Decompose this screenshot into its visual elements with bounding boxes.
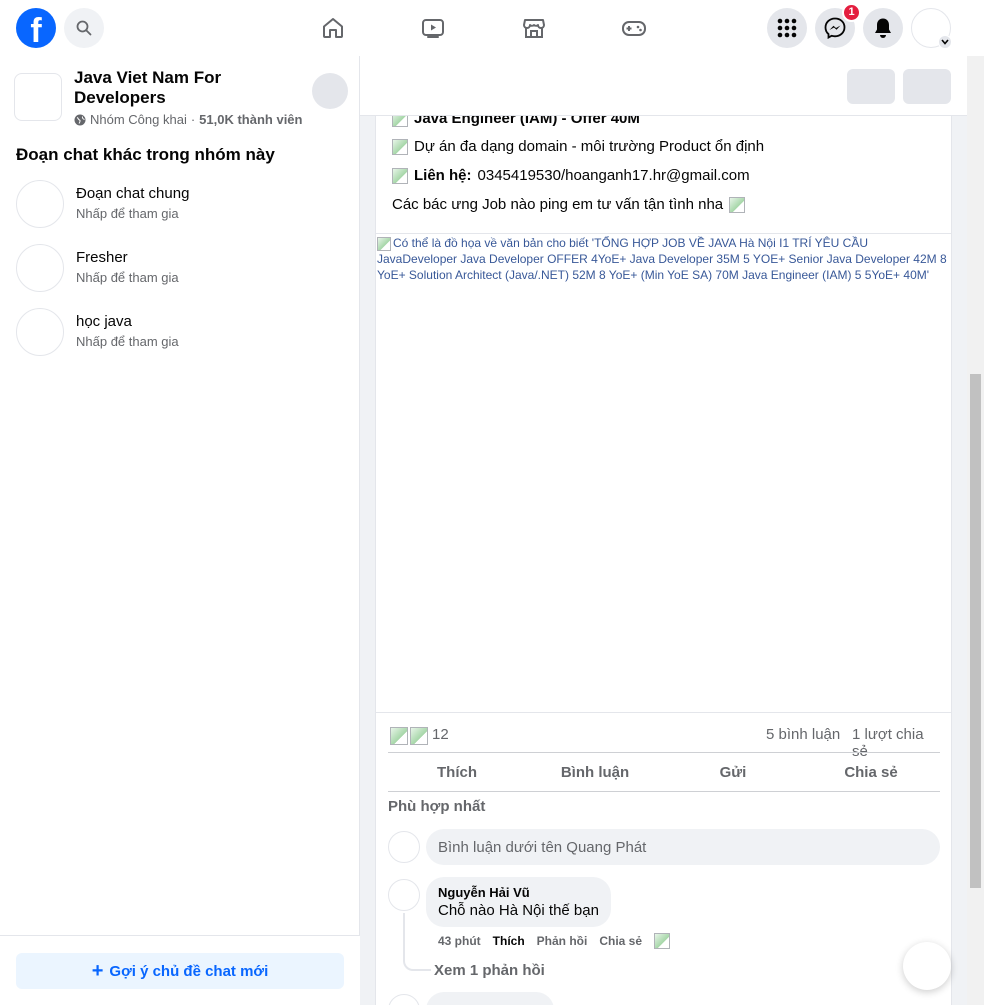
more-options-button[interactable] bbox=[312, 73, 348, 109]
nav-gaming[interactable] bbox=[618, 12, 650, 44]
chat-name: Đoạn chat chung bbox=[76, 185, 190, 202]
comment-bubble bbox=[426, 992, 554, 1005]
like-reaction-icon bbox=[390, 727, 408, 745]
menu-button[interactable] bbox=[767, 8, 807, 48]
comment-composer: Bình luận dưới tên Quang Phát bbox=[388, 829, 940, 865]
comment-bubble: Nguyễn Hải Vũ Chỗ nào Hà Nội thế bạn bbox=[426, 877, 611, 927]
post-card: Java Engineer (IAM) - Offer 40M Dự án đa… bbox=[375, 110, 952, 1005]
section-title: Đoạn chat khác trong nhóm này bbox=[16, 145, 275, 164]
comment-text: Chỗ nào Hà Nội thế bạn bbox=[438, 902, 599, 919]
broken-image-icon bbox=[377, 236, 391, 251]
avatar[interactable] bbox=[388, 994, 420, 1005]
post-line: Các bác ưng Job nào ping em tư vấn tận t… bbox=[392, 196, 746, 213]
account-avatar-button[interactable] bbox=[911, 8, 952, 49]
sidebar-footer: + Gợi ý chủ đề chat mới bbox=[0, 935, 360, 1005]
comment-reply-button[interactable]: Phản hồi bbox=[537, 934, 588, 948]
home-icon bbox=[323, 18, 343, 38]
header-action-button[interactable] bbox=[847, 69, 895, 104]
notifications-button[interactable] bbox=[863, 8, 903, 48]
like-button[interactable]: Thích bbox=[388, 753, 526, 791]
group-chat-sidebar: Java Viet Nam For Developers Nhóm Công k… bbox=[0, 56, 360, 1005]
grid-menu-icon bbox=[777, 18, 797, 38]
search-button[interactable] bbox=[64, 8, 104, 48]
header-action-button[interactable] bbox=[903, 69, 951, 104]
reactions-summary: 12 5 bình luận 1 lượt chia sẻ bbox=[390, 725, 940, 760]
share-button[interactable]: Chia sẻ bbox=[802, 753, 940, 791]
top-navigation-bar: f 1 bbox=[0, 0, 984, 56]
chat-avatar bbox=[16, 180, 64, 228]
avatar bbox=[388, 831, 420, 863]
new-message-button[interactable] bbox=[903, 942, 951, 990]
group-meta: Nhóm Công khai · 51,0K thành viên bbox=[74, 112, 302, 127]
gaming-icon bbox=[622, 21, 646, 36]
group-name[interactable]: Java Viet Nam For Developers bbox=[74, 68, 304, 108]
chat-item[interactable]: học java Nhấp để tham gia bbox=[16, 308, 346, 358]
love-reaction-icon bbox=[410, 727, 428, 745]
post-line-text: Các bác ưng Job nào ping em tư vấn tận t… bbox=[392, 196, 724, 213]
send-button[interactable]: Gửi bbox=[664, 753, 802, 791]
comment-like-button[interactable]: Thích bbox=[493, 934, 525, 948]
reaction-icon bbox=[654, 933, 671, 949]
chat-item[interactable]: Fresher Nhấp để tham gia bbox=[16, 244, 346, 294]
emoji-image-icon bbox=[392, 167, 408, 184]
emoji-image-icon bbox=[729, 196, 746, 213]
comment-sort-dropdown[interactable]: Phù hợp nhất bbox=[388, 798, 485, 815]
nav-home[interactable] bbox=[317, 12, 349, 44]
view-replies-link[interactable]: Xem 1 phản hồi bbox=[434, 962, 545, 979]
scrollbar[interactable] bbox=[967, 56, 984, 1005]
suggest-button-label: Gợi ý chủ đề chat mới bbox=[109, 962, 269, 980]
thread-line bbox=[403, 913, 431, 971]
chat-avatar bbox=[16, 308, 64, 356]
comment-actions: 43 phút Thích Phản hồi Chia sẻ bbox=[438, 933, 671, 949]
chat-header bbox=[360, 56, 967, 116]
plus-icon: + bbox=[91, 960, 104, 982]
marketplace-icon bbox=[523, 19, 545, 38]
chat-subtitle: Nhấp để tham gia bbox=[76, 334, 179, 349]
post-image[interactable]: Có thể là đồ họa về văn bản cho biết 'TỔ… bbox=[376, 233, 951, 713]
chat-item[interactable]: Đoạn chat chung Nhấp để tham gia bbox=[16, 180, 346, 230]
avatar[interactable] bbox=[388, 879, 420, 911]
chevron-down-icon bbox=[938, 35, 952, 49]
chat-subtitle: Nhấp để tham gia bbox=[76, 206, 179, 221]
post-line-text: Dự án đa dạng domain - môi trường Produc… bbox=[414, 138, 765, 155]
chat-avatar bbox=[16, 244, 64, 292]
chat-name: Fresher bbox=[76, 249, 128, 266]
post-line: Dự án đa dạng domain - môi trường Produc… bbox=[392, 138, 764, 155]
post-image-alt-text: Có thể là đồ họa về văn bản cho biết 'TỔ… bbox=[377, 235, 950, 283]
messenger-badge: 1 bbox=[842, 3, 861, 22]
reaction-count[interactable]: 12 bbox=[432, 726, 449, 743]
post-line: Liên hệ: 0345419530/hoanganh17.hr@gmail.… bbox=[392, 167, 750, 184]
comment-share-button[interactable]: Chia sẻ bbox=[599, 934, 642, 948]
chat-subtitle: Nhấp để tham gia bbox=[76, 270, 179, 285]
comment-author[interactable]: Nguyễn Hải Vũ bbox=[438, 885, 599, 901]
suggest-chat-topic-button[interactable]: + Gợi ý chủ đề chat mới bbox=[16, 953, 344, 989]
nav-watch[interactable] bbox=[417, 12, 449, 44]
group-thumbnail[interactable] bbox=[14, 73, 62, 121]
post-actions: Thích Bình luận Gửi Chia sẻ bbox=[388, 752, 940, 792]
nav-marketplace[interactable] bbox=[518, 12, 550, 44]
facebook-logo-icon[interactable]: f bbox=[16, 8, 56, 48]
emoji-image-icon bbox=[392, 138, 408, 155]
contact-label: Liên hệ: bbox=[414, 167, 472, 184]
comment-input[interactable]: Bình luận dưới tên Quang Phát bbox=[426, 829, 940, 865]
scrollbar-thumb[interactable] bbox=[970, 374, 981, 888]
group-privacy: Nhóm Công khai bbox=[90, 112, 187, 127]
reaction-icons[interactable] bbox=[390, 727, 428, 745]
messenger-button[interactable]: 1 bbox=[815, 3, 861, 48]
contact-value[interactable]: 0345419530/hoanganh17.hr@gmail.com bbox=[478, 167, 750, 184]
group-member-count: 51,0K thành viên bbox=[199, 112, 303, 127]
meta-separator: · bbox=[190, 112, 196, 127]
alt-text: Có thể là đồ họa về văn bản cho biết 'TỔ… bbox=[377, 236, 947, 282]
messenger-icon bbox=[824, 17, 846, 39]
search-icon bbox=[76, 20, 92, 36]
bell-icon bbox=[875, 18, 891, 38]
comment bbox=[388, 992, 940, 1005]
watch-icon bbox=[422, 19, 444, 38]
comment-button[interactable]: Bình luận bbox=[526, 753, 664, 791]
comment-time[interactable]: 43 phút bbox=[438, 934, 481, 948]
globe-icon bbox=[74, 114, 86, 125]
comments-count[interactable]: 5 bình luận bbox=[766, 726, 840, 743]
chat-name: học java bbox=[76, 313, 132, 330]
